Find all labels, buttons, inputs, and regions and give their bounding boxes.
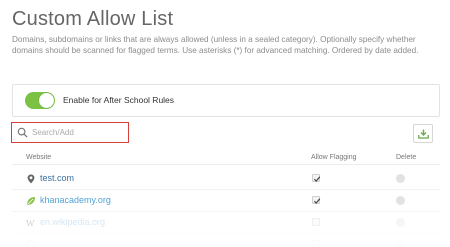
page-description: Domains, subdomains or links that are al…: [12, 35, 419, 55]
search-icon: [17, 127, 28, 138]
allow-flagging-checkbox[interactable]: [312, 196, 321, 204]
toggle-label: Enable for After School Rules: [63, 95, 175, 105]
table-header: Website Allow Flagging Delete: [12, 152, 440, 165]
table-row: test.com: [12, 168, 440, 190]
page-title: Custom Allow List: [12, 8, 174, 30]
delete-button[interactable]: [396, 174, 405, 183]
globe-icon: [26, 240, 36, 247]
search-box[interactable]: [11, 122, 129, 143]
delete-button[interactable]: [396, 218, 405, 227]
site-link[interactable]: en.wikipedia.org: [40, 217, 105, 227]
site-link[interactable]: test.com: [40, 173, 74, 183]
location-pin-icon: [27, 174, 35, 184]
after-school-toggle[interactable]: [25, 92, 55, 109]
table-row: khanacademy.org: [12, 190, 440, 212]
allow-flagging-checkbox[interactable]: [312, 240, 320, 247]
toggle-knob: [39, 93, 54, 108]
delete-button[interactable]: [396, 196, 405, 205]
allow-flagging-checkbox[interactable]: [312, 218, 320, 226]
column-header-website: Website: [26, 154, 52, 161]
after-school-toggle-card: Enable for After School Rules: [12, 84, 440, 117]
delete-button[interactable]: [396, 240, 405, 247]
svg-text:W: W: [26, 219, 35, 229]
wikipedia-icon: W: [26, 219, 35, 229]
download-button[interactable]: [413, 124, 433, 143]
search-input[interactable]: [32, 126, 124, 139]
allow-flagging-checkbox[interactable]: [312, 174, 321, 182]
table-row: [12, 234, 440, 247]
column-header-allow-flagging: Allow Flagging: [311, 154, 357, 161]
download-icon: [418, 129, 429, 139]
leaf-icon: [27, 197, 35, 205]
table-row: W en.wikipedia.org: [12, 212, 440, 234]
site-link[interactable]: khanacademy.org: [40, 195, 111, 205]
column-header-delete: Delete: [396, 154, 417, 161]
